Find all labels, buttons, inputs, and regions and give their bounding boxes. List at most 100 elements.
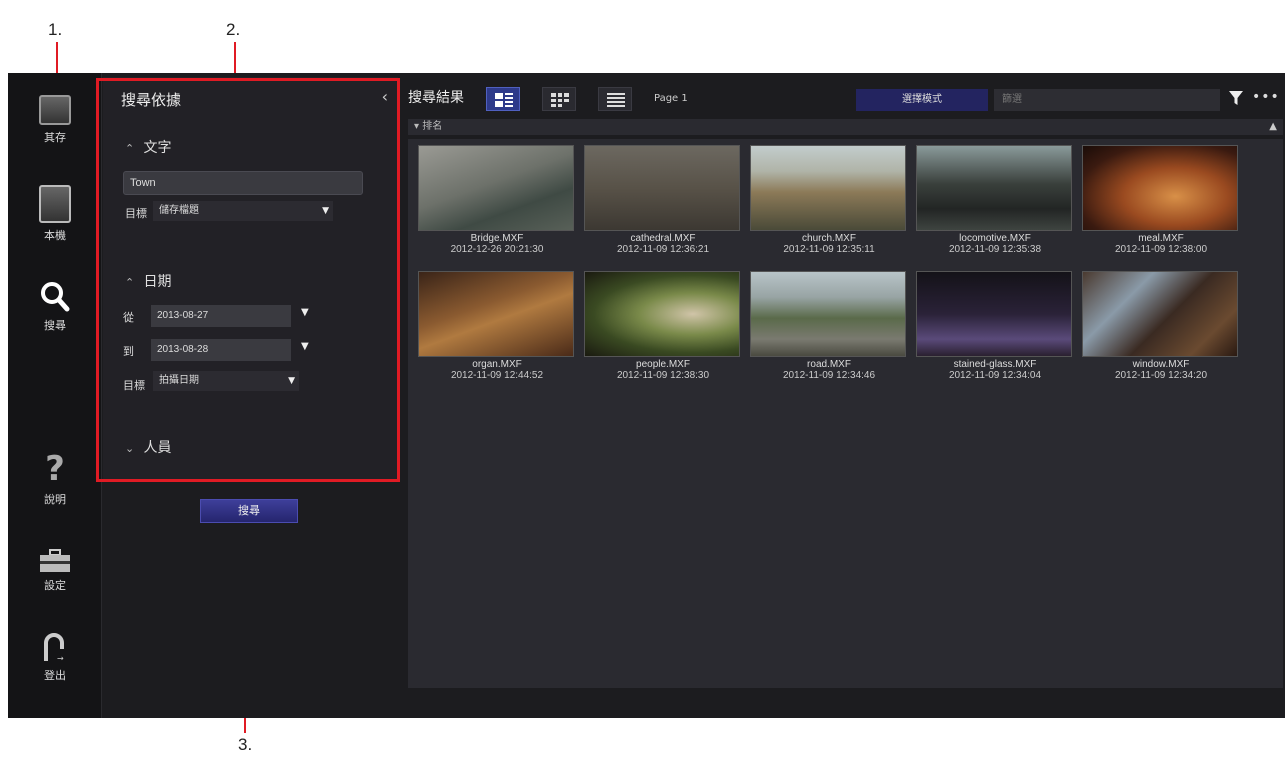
collapse-panel-button[interactable]: ‹ [382, 87, 388, 106]
results-title: 搜尋結果 [408, 90, 464, 106]
search-icon [41, 282, 70, 312]
chevron-up-icon: ⌃ [125, 142, 135, 155]
nav-item-logout[interactable]: → 登出 [8, 633, 102, 683]
result-thumbnail [418, 145, 574, 231]
svg-text:→: → [57, 654, 64, 663]
date-to-input[interactable]: 2013-08-28 [151, 339, 291, 361]
date-from-input[interactable]: 2013-08-27 [151, 305, 291, 327]
result-thumbnail [916, 271, 1072, 357]
result-name: meal.MXF [1138, 233, 1184, 244]
result-date: 2012-12-26 20:21:30 [450, 244, 544, 255]
toolbox-icon [40, 549, 70, 572]
large-grid-icon [495, 93, 513, 107]
section-text-toggle[interactable]: ⌃ 文字 [125, 137, 171, 157]
result-name: window.MXF [1132, 359, 1190, 370]
results-grid: Bridge.MXF 2012-12-26 20:21:30 cathedral… [408, 139, 1283, 688]
sort-direction-icon: ▾ [414, 121, 423, 132]
result-thumbnail [584, 271, 740, 357]
search-results-panel: 搜尋結果 Page 1 選擇模式 篩選 ••• ▾ 排名 ▲ Bridge.MX… [406, 83, 1285, 688]
section-text-label: 文字 [143, 140, 172, 156]
nav-label: 設定 [44, 579, 66, 592]
chevron-down-icon: ⌄ [125, 442, 135, 455]
result-date: 2012-11-09 12:44:52 [450, 370, 544, 381]
result-item[interactable]: cathedral.MXF 2012-11-09 12:36:21 [584, 145, 742, 255]
date-from-label: 從 [123, 311, 134, 324]
search-button[interactable]: 搜尋 [200, 499, 298, 523]
result-name: locomotive.MXF [959, 233, 1031, 244]
nav-item-help[interactable]: ? 說明 [8, 451, 102, 507]
result-date: 2012-11-09 12:35:11 [783, 244, 875, 255]
filter-input[interactable] [994, 89, 1220, 111]
nav-item-search[interactable]: 搜尋 [8, 281, 102, 333]
result-item[interactable]: stained-glass.MXF 2012-11-09 12:34:04 [916, 271, 1074, 381]
date-target-select[interactable]: 拍攝日期 ▼ [153, 371, 299, 391]
result-item[interactable]: organ.MXF 2012-11-09 12:44:52 [418, 271, 576, 381]
text-target-label: 目標 [125, 207, 147, 220]
result-name: church.MXF [802, 233, 856, 244]
nav-rail: 其存 本機 搜尋 ? 說明 設定 → 登出 [8, 73, 102, 718]
view-large-thumbnails-button[interactable] [486, 87, 520, 111]
result-name: people.MXF [636, 359, 690, 370]
nav-label: 本機 [44, 229, 66, 242]
result-name: organ.MXF [472, 359, 522, 370]
result-thumbnail [750, 271, 906, 357]
result-thumbnail [418, 271, 574, 357]
storage-icon [39, 95, 71, 125]
callout-1: 1. [48, 20, 63, 39]
result-thumbnail [1082, 271, 1238, 357]
date-to-picker-icon[interactable]: ▼ [301, 341, 309, 352]
logout-icon: → [44, 633, 64, 663]
nav-label: 搜尋 [44, 319, 66, 332]
manual-screenshot: 1. 2. 3. 其存 本機 搜尋 ? 說明 設定 → 登出 搜尋依據 ‹ ⌃ … [0, 0, 1285, 760]
sort-label: 排名 [422, 121, 443, 132]
result-name: Bridge.MXF [470, 233, 524, 244]
result-item[interactable]: Bridge.MXF 2012-12-26 20:21:30 [418, 145, 576, 255]
text-target-select[interactable]: 儲存檔題 ▼ [153, 201, 333, 221]
result-item[interactable]: people.MXF 2012-11-09 12:38:30 [584, 271, 742, 381]
app-window: 其存 本機 搜尋 ? 說明 設定 → 登出 搜尋依據 ‹ ⌃ 文字 Town 目… [8, 73, 1285, 718]
result-thumbnail [916, 145, 1072, 231]
keyword-input[interactable]: Town [123, 171, 363, 195]
result-date: 2012-11-09 12:38:30 [616, 370, 710, 381]
result-date: 2012-11-09 12:38:00 [1114, 244, 1208, 255]
result-name: road.MXF [807, 359, 851, 370]
result-item[interactable]: meal.MXF 2012-11-09 12:38:00 [1082, 145, 1240, 255]
section-person-label: 人員 [143, 440, 172, 456]
result-date: 2012-11-09 12:34:20 [1114, 370, 1208, 381]
panel-title: 搜尋依據 [121, 91, 182, 109]
list-icon [607, 93, 625, 107]
result-date: 2012-11-09 12:34:04 [948, 370, 1042, 381]
page-indicator: Page 1 [654, 93, 688, 104]
view-list-button[interactable] [598, 87, 632, 111]
select-mode-button[interactable]: 選擇模式 [856, 89, 988, 111]
chevron-up-icon: ⌃ [125, 276, 135, 289]
filter-funnel-icon[interactable] [1229, 91, 1243, 105]
date-target-value: 拍攝日期 [159, 375, 199, 386]
nav-item-settings[interactable]: 設定 [8, 549, 102, 593]
callout-3: 3. [238, 735, 253, 754]
section-person-toggle[interactable]: ⌄ 人員 [125, 437, 171, 457]
callout-2: 2. [226, 20, 241, 39]
section-date-toggle[interactable]: ⌃ 日期 [125, 271, 171, 291]
result-item[interactable]: church.MXF 2012-11-09 12:35:11 [750, 145, 908, 255]
sort-bar[interactable]: ▾ 排名 ▲ [408, 119, 1283, 135]
date-from-picker-icon[interactable]: ▼ [301, 307, 309, 318]
nav-item-local[interactable]: 本機 [8, 185, 102, 243]
dropdown-arrow-icon: ▼ [322, 206, 329, 216]
more-options-icon[interactable]: ••• [1252, 89, 1280, 105]
result-thumbnail [750, 145, 906, 231]
result-date: 2012-11-09 12:34:46 [782, 370, 876, 381]
dropdown-arrow-icon: ▼ [288, 376, 295, 386]
nav-item-storage[interactable]: 其存 [8, 95, 102, 145]
scroll-up-icon[interactable]: ▲ [1269, 119, 1277, 135]
nav-label: 登出 [44, 669, 66, 682]
result-item[interactable]: locomotive.MXF 2012-11-09 12:35:38 [916, 145, 1074, 255]
date-to-label: 到 [123, 345, 134, 358]
result-item[interactable]: window.MXF 2012-11-09 12:34:20 [1082, 271, 1240, 381]
nav-label: 其存 [44, 131, 66, 144]
result-date: 2012-11-09 12:36:21 [616, 244, 710, 255]
result-item[interactable]: road.MXF 2012-11-09 12:34:46 [750, 271, 908, 381]
view-small-thumbnails-button[interactable] [542, 87, 576, 111]
result-thumbnail [1082, 145, 1238, 231]
small-grid-icon [551, 93, 569, 107]
